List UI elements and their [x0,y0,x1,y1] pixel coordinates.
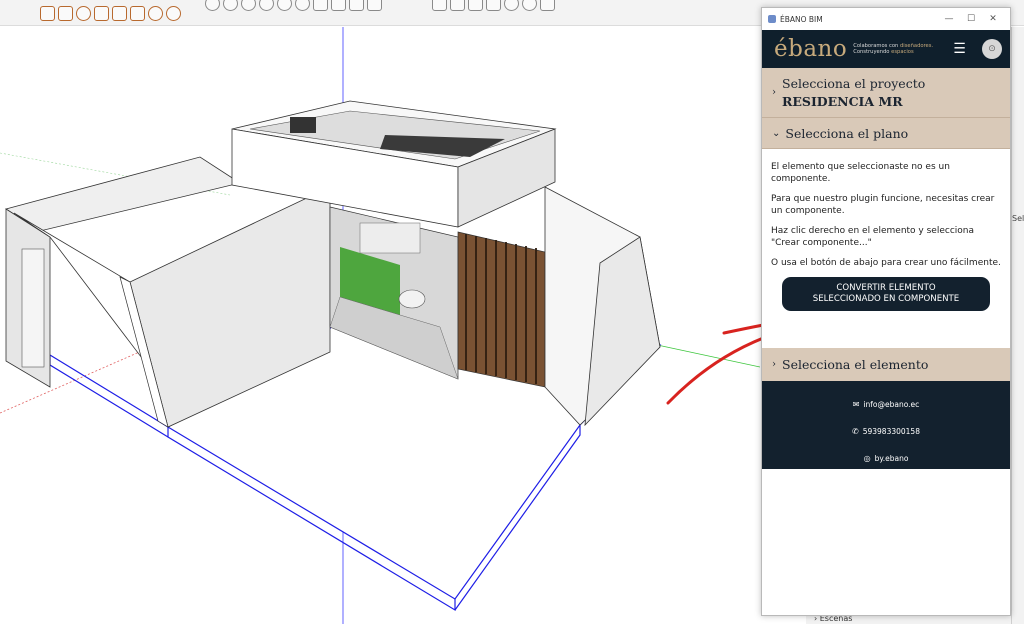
solid-split-icon[interactable] [540,0,555,11]
orbit-tool-icon[interactable] [76,5,91,21]
roof-equipment [290,117,316,133]
ebano-logo: ébano [774,36,848,62]
footer-instagram-row[interactable]: ◎ by.ebano [762,445,1010,472]
group-icon[interactable] [450,0,465,11]
sketchup-workspace: Selo › Escenas ÉBANO BIM — ☐ ✕ ébano Col… [0,0,1024,624]
toilet [398,289,426,309]
view-top-icon[interactable] [223,0,238,11]
solid-union-icon[interactable] [468,0,483,11]
view-right-icon[interactable] [259,0,274,11]
tray-side-label: Selo [1012,214,1024,223]
left-door [21,248,45,368]
message-paragraph-1: El elemento que seleccionaste no es un c… [771,162,950,184]
model-drawing [0,27,760,624]
view-iso-icon[interactable] [205,0,220,11]
minimize-button[interactable]: — [938,14,960,24]
footer-phone[interactable]: 593983300158 [863,427,920,436]
component-icon[interactable] [432,0,447,11]
chevron-down-icon: ⌄ [772,127,781,139]
footer-email-row[interactable]: ✉ info@ebano.ec [762,391,1010,418]
convert-button-line1: CONVERTIR ELEMENTO [836,283,936,293]
element-selector-label: Selecciona el elemento [782,357,929,372]
user-avatar[interactable]: ⊙ [982,39,1002,59]
window-title: ÉBANO BIM [780,14,823,24]
selected-project-name: RESIDENCIA MR [782,94,903,109]
bathroom-mirror [359,222,421,254]
axes-tool-icon[interactable] [130,5,145,21]
solid-trim-icon[interactable] [522,0,537,11]
style-shaded-icon[interactable] [367,0,382,11]
brand-tagline: Colaboramos con diseñadores. Construyend… [853,43,945,55]
style-wire-icon[interactable] [331,0,346,11]
menu-icon[interactable]: ☰ [953,41,966,57]
close-button[interactable]: ✕ [982,14,1004,24]
style-xray-icon[interactable] [313,0,328,11]
email-icon: ✉ [852,400,860,409]
ebano-plugin-window: ÉBANO BIM — ☐ ✕ ébano Colaboramos con di… [761,7,1011,616]
tool-group-right [432,0,555,12]
brand-header: ébano Colaboramos con diseñadores. Const… [762,30,1010,68]
style-hidden-icon[interactable] [349,0,364,11]
view-front-icon[interactable] [241,0,256,11]
tool-group-middle [205,0,382,12]
solid-intersect-icon[interactable] [504,0,519,11]
contact-footer: ✉ info@ebano.ec ✆ 593983300158 ◎ by.eban… [762,381,1010,469]
tagline-highlight2: espacios [891,49,914,55]
window-titlebar: ÉBANO BIM — ☐ ✕ [762,8,1010,30]
plan-selector[interactable]: ⌄ Selecciona el plano [762,118,1010,149]
model-viewport[interactable] [0,27,760,624]
message-paragraph-2: Para que nuestro plugin funcione, necesi… [771,194,995,216]
walk-tool-icon[interactable] [148,5,163,21]
message-paragraph-3: Haz clic derecho en el elemento y selecc… [771,226,974,248]
look-tool-icon[interactable] [166,5,181,21]
camera-tool-icon[interactable] [40,5,55,21]
tool-group-left [40,4,181,22]
instagram-icon: ◎ [863,454,871,463]
view-back-icon[interactable] [277,0,292,11]
paint-tool-icon[interactable] [58,5,73,21]
message-paragraph-4: O usa el botón de abajo para crear uno f… [771,258,1001,268]
tagline-line2: Construyendo [853,49,890,55]
project-selector-text: Selecciona el proyecto RESIDENCIA MR [782,76,925,109]
left-room-top [5,156,241,232]
project-selector-label: Selecciona el proyecto [782,76,926,91]
element-selector[interactable]: › Selecciona el elemento [762,348,1010,381]
plan-selector-label: Selecciona el plano [785,125,909,141]
default-tray [1011,27,1024,624]
convert-button-line2: SELECCIONADO EN COMPONENTE [812,294,960,304]
measure-tool-icon[interactable] [94,5,109,21]
chevron-right-icon: › [772,87,776,98]
maximize-button[interactable]: ☐ [960,14,982,24]
footer-instagram[interactable]: by.ebano [875,454,909,463]
view-left-icon[interactable] [295,0,310,11]
convert-to-component-button[interactable]: CONVERTIR ELEMENTO SELECCIONADO EN COMPO… [782,277,990,311]
not-component-message: El elemento que seleccionaste no es un c… [762,149,1010,348]
phone-icon: ✆ [852,427,859,436]
wood-slat-screen [457,231,546,388]
section-tool-icon[interactable] [112,5,127,21]
project-selector[interactable]: › Selecciona el proyecto RESIDENCIA MR [762,68,1010,118]
solid-subtract-icon[interactable] [486,0,501,11]
app-logo-icon [768,15,776,23]
footer-phone-row[interactable]: ✆ 593983300158 [762,418,1010,445]
footer-email[interactable]: info@ebano.ec [863,400,919,409]
chevron-right-icon: › [772,359,776,370]
